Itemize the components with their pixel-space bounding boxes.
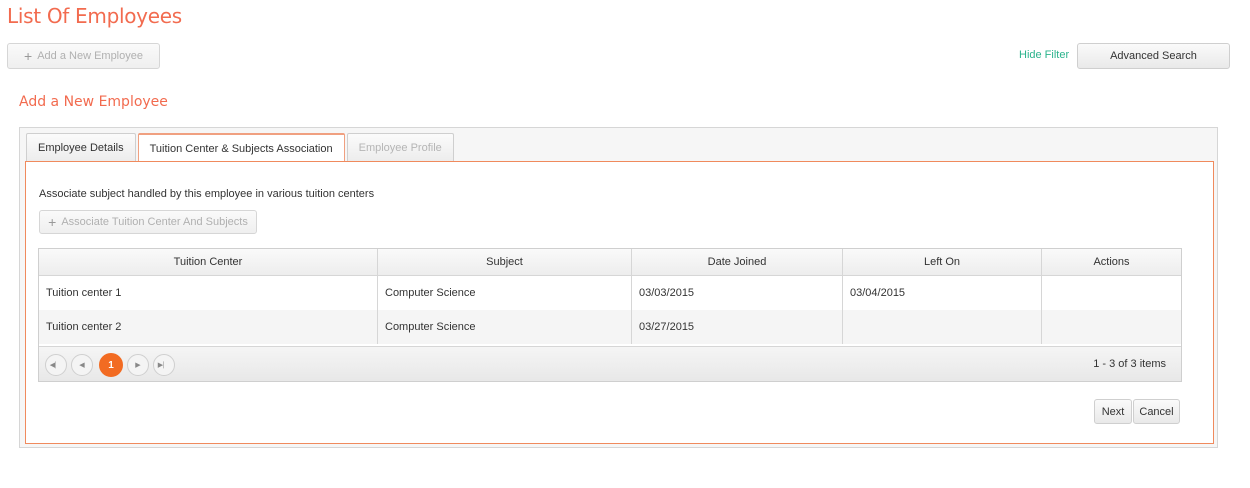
column-header-subject[interactable]: Subject (378, 249, 632, 275)
add-new-employee-button[interactable]: + Add a New Employee (7, 43, 160, 69)
advanced-search-button[interactable]: Advanced Search (1077, 43, 1230, 69)
tab-panel: Employee Details Tuition Center & Subjec… (19, 127, 1218, 448)
grid-header: Tuition Center Subject Date Joined Left … (39, 249, 1181, 276)
plus-icon: + (48, 214, 57, 230)
pager-info: 1 - 3 of 3 items (1093, 358, 1166, 370)
column-header-actions[interactable]: Actions (1042, 249, 1181, 275)
cell-subject: Computer Science (378, 310, 632, 344)
table-row[interactable]: Tuition center 1 Computer Science 03/03/… (39, 276, 1181, 310)
column-header-tuition-center[interactable]: Tuition Center (39, 249, 378, 275)
cell-left-on (843, 310, 1042, 344)
current-page-button[interactable]: 1 (99, 353, 123, 377)
cell-actions (1042, 310, 1181, 344)
tab-content: Associate subject handled by this employ… (25, 161, 1214, 444)
grid-pager: ◀⎸ ◀ 1 ▶ ▶⎸ 1 - 3 of 3 items (39, 346, 1181, 381)
cell-date-joined: 03/27/2015 (632, 310, 843, 344)
first-page-icon[interactable]: ◀⎸ (45, 354, 67, 376)
tab-employee-profile[interactable]: Employee Profile (346, 133, 454, 162)
cell-tuition-center: Tuition center 1 (39, 276, 378, 310)
section-title: Add a New Employee (19, 94, 168, 110)
prev-page-icon[interactable]: ◀ (71, 354, 93, 376)
tab-tuition-center-subjects[interactable]: Tuition Center & Subjects Association (137, 133, 345, 163)
tab-strip: Employee Details Tuition Center & Subjec… (26, 133, 456, 163)
column-header-date-joined[interactable]: Date Joined (632, 249, 843, 275)
column-header-left-on[interactable]: Left On (843, 249, 1042, 275)
associate-tuition-center-button[interactable]: + Associate Tuition Center And Subjects (39, 210, 257, 234)
cell-left-on: 03/04/2015 (843, 276, 1042, 310)
cell-tuition-center: Tuition center 2 (39, 310, 378, 344)
cell-actions (1042, 276, 1181, 310)
next-page-icon[interactable]: ▶ (127, 354, 149, 376)
cell-subject: Computer Science (378, 276, 632, 310)
plus-icon: + (24, 48, 33, 64)
next-button[interactable]: Next (1094, 399, 1132, 424)
add-new-employee-label: Add a New Employee (37, 50, 143, 62)
associate-button-label: Associate Tuition Center And Subjects (61, 216, 248, 228)
last-page-icon[interactable]: ▶⎸ (153, 354, 175, 376)
page-title: List Of Employees (7, 4, 182, 28)
tab-employee-details[interactable]: Employee Details (26, 133, 136, 162)
table-row[interactable]: Tuition center 2 Computer Science 03/27/… (39, 310, 1181, 344)
cell-date-joined: 03/03/2015 (632, 276, 843, 310)
hide-filter-link[interactable]: Hide Filter (1019, 49, 1069, 61)
association-grid: Tuition Center Subject Date Joined Left … (38, 248, 1182, 382)
cancel-button[interactable]: Cancel (1133, 399, 1180, 424)
association-description: Associate subject handled by this employ… (39, 188, 375, 200)
